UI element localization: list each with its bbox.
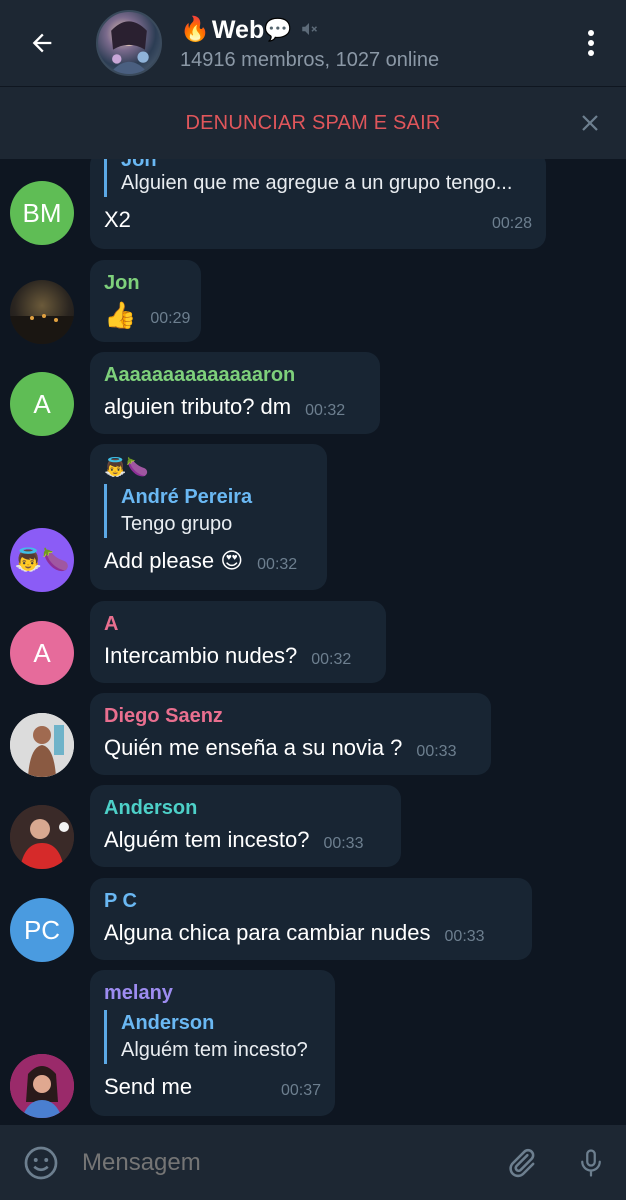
avatar-photo [10, 805, 74, 869]
microphone-icon [581, 1148, 601, 1177]
back-button[interactable] [0, 0, 84, 86]
avatar[interactable]: A [10, 621, 74, 685]
message-content: Alguém tem incesto? 00:33 [104, 825, 387, 855]
emoji-button[interactable] [0, 1125, 82, 1200]
sender-name: Jon [104, 272, 140, 294]
message-time: 00:32 [257, 556, 298, 573]
message-bubble[interactable]: 👼🍆 André Pereira Tengo grupo Add please … [90, 444, 327, 590]
message-time: 00:32 [311, 651, 352, 668]
sender-name: Anderson [104, 797, 198, 819]
message-time: 00:33 [323, 835, 364, 852]
avatar[interactable] [10, 805, 74, 869]
avatar-photo [10, 1054, 74, 1118]
message-list[interactable]: BM Jon Alguien que me agregue a un grupo… [0, 159, 626, 1125]
avatar[interactable] [10, 713, 74, 777]
message-content: Send me 00:37 [104, 1072, 321, 1102]
reply-author: André Pereira [121, 486, 253, 508]
avatar[interactable]: 👼🍆 [10, 528, 74, 592]
reply-text: Tengo grupo [121, 513, 233, 535]
message-content: X2 00:28 [104, 205, 532, 235]
message-text: Quién me enseña a su novia ? [104, 735, 403, 760]
reply-quote[interactable]: Jon Alguien que me agregue a un grupo te… [104, 159, 532, 197]
avatar[interactable] [10, 280, 74, 344]
avatar[interactable]: BM [10, 181, 74, 245]
attach-button[interactable] [486, 1125, 556, 1200]
message-input[interactable] [82, 1148, 486, 1177]
group-avatar-image [109, 21, 149, 74]
message-content: Alguna chica para cambiar nudes 00:33 [104, 918, 518, 948]
muted-icon [300, 15, 318, 45]
thumbs-up-emoji: 👍 [104, 300, 137, 330]
message-bubble[interactable]: Jon Alguien que me agregue a un grupo te… [90, 159, 546, 249]
more-vert-icon [588, 30, 594, 56]
report-spam-button[interactable]: DENUNCIAR SPAM E SAIR [186, 112, 441, 135]
avatar-initials: A [33, 637, 51, 668]
message-composer [0, 1125, 626, 1200]
sender-name: melany [104, 982, 173, 1004]
message-time: 00:33 [444, 928, 485, 945]
message-bubble[interactable]: melany Anderson Alguém tem incesto? Send… [90, 970, 335, 1116]
sender-name: 👼🍆 [104, 457, 149, 477]
message-text: Alguém tem incesto? [104, 827, 310, 852]
message-time: 00:37 [280, 1082, 321, 1099]
message-text: Send me [104, 1074, 193, 1099]
avatar[interactable]: PC [10, 898, 74, 962]
message-bubble[interactable]: A Intercambio nudes? 00:32 [90, 601, 386, 683]
message-content: Add please 😍 00:32 [104, 546, 313, 576]
message-time: 00:32 [305, 402, 346, 419]
close-icon[interactable] [578, 111, 602, 135]
avatar-initials: BM [22, 197, 62, 228]
avatar[interactable]: A [10, 372, 74, 436]
message-text: Add please 😍 [104, 548, 244, 573]
message-text: X2 [104, 207, 131, 232]
message-time: 00:33 [416, 743, 457, 760]
message-time: 00:29 [150, 310, 191, 327]
reply-quote[interactable]: André Pereira Tengo grupo [104, 484, 313, 538]
message-time: 00:28 [491, 215, 532, 232]
speech-balloon-emoji: 💬 [264, 16, 292, 42]
chat-title: 🔥 Web 💬 [180, 15, 556, 45]
message-text: Intercambio nudes? [104, 643, 298, 668]
sender-name: P C [104, 890, 137, 912]
reply-author: Jon [121, 159, 532, 169]
message-bubble[interactable]: Anderson Alguém tem incesto? 00:33 [90, 785, 401, 867]
smiley-icon [24, 1146, 58, 1179]
message-bubble[interactable]: P C Alguna chica para cambiar nudes 00:3… [90, 878, 532, 960]
message-content: 👍 00:29 [104, 300, 191, 330]
report-spam-bar: DENUNCIAR SPAM E SAIR [0, 86, 626, 159]
reply-quote[interactable]: Anderson Alguém tem incesto? [104, 1010, 321, 1064]
message-content: alguien tributo? dm 00:32 [104, 392, 366, 422]
message-bubble[interactable]: Jon 👍 00:29 [90, 260, 201, 342]
sender-name: Aaaaaaaaaaaaaaron [104, 364, 296, 386]
fire-emoji: 🔥 [180, 15, 210, 43]
group-avatar[interactable] [96, 10, 162, 76]
chat-info[interactable]: 🔥 Web 💬 14916 membros, 1027 online [180, 15, 556, 72]
member-count: 14916 membros, 1027 online [180, 48, 440, 71]
chat-title-text: Web [211, 15, 265, 44]
paperclip-icon [509, 1148, 535, 1177]
arrow-left-icon [32, 33, 52, 53]
avatar-emoji: 👼🍆 [14, 547, 70, 572]
chat-header: 🔥 Web 💬 14916 membros, 1027 online [0, 0, 626, 86]
voice-message-button[interactable] [556, 1125, 626, 1200]
reply-text: Alguém tem incesto? [121, 1039, 308, 1061]
message-text: Alguna chica para cambiar nudes [104, 920, 431, 945]
message-content: Intercambio nudes? 00:32 [104, 641, 372, 671]
sender-name: Diego Saenz [104, 705, 223, 727]
message-text: alguien tributo? dm [104, 394, 292, 419]
message-bubble[interactable]: Aaaaaaaaaaaaaaron alguien tributo? dm 00… [90, 352, 380, 434]
reply-author: Anderson [121, 1012, 215, 1034]
more-options-button[interactable] [556, 0, 626, 86]
reply-text: Alguien que me agregue a un grupo tengo.… [121, 172, 513, 194]
avatar-initials: A [33, 388, 51, 419]
sender-name: A [104, 613, 119, 635]
avatar-initials: PC [23, 914, 61, 945]
avatar[interactable] [10, 1054, 74, 1118]
avatar-photo [10, 713, 74, 777]
message-content: Quién me enseña a su novia ? 00:33 [104, 733, 477, 763]
message-bubble[interactable]: Diego Saenz Quién me enseña a su novia ?… [90, 693, 491, 775]
avatar-photo [10, 314, 74, 344]
